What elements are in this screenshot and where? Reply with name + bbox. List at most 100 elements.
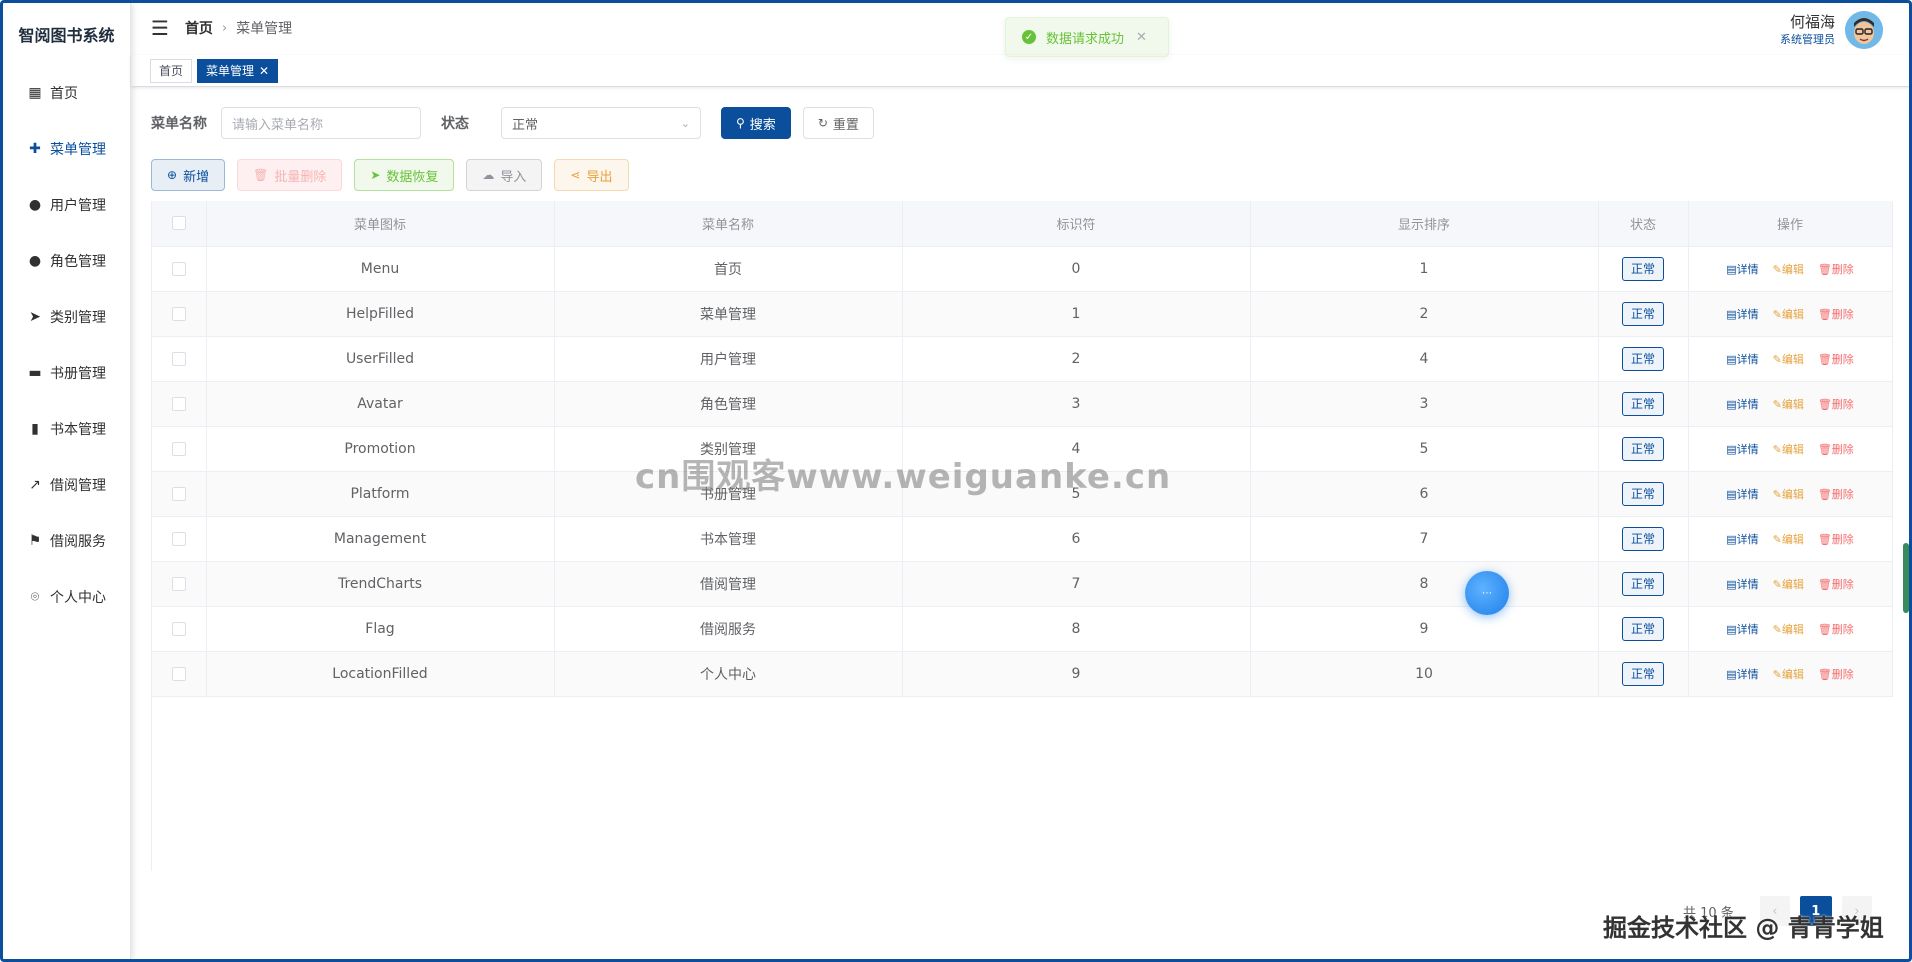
detail-button[interactable]: ▤详情	[1726, 533, 1758, 546]
detail-button[interactable]: ▤详情	[1726, 623, 1758, 636]
import-button[interactable]: ☁ 导入	[466, 159, 543, 191]
tag-close-icon[interactable]: ✕	[259, 64, 269, 78]
delete-button[interactable]: 🗑删除	[1818, 488, 1854, 501]
collapse-menu-icon[interactable]: ☰	[151, 16, 169, 40]
sidebar-item-label: 首页	[50, 86, 78, 102]
edit-button[interactable]: ✎编辑	[1773, 578, 1804, 591]
search-button[interactable]: ⚲ 搜索	[721, 107, 791, 139]
delete-label: 删除	[1831, 352, 1854, 366]
floating-assistant-ball[interactable]: ⋯	[1465, 571, 1509, 615]
next-page-icon[interactable]: ›	[1841, 896, 1872, 926]
row-checkbox[interactable]	[171, 351, 186, 366]
row-checkbox[interactable]	[171, 531, 186, 546]
detail-button[interactable]: ▤详情	[1726, 398, 1758, 411]
edit-button[interactable]: ✎编辑	[1773, 668, 1804, 681]
restore-button[interactable]: ➤ 数据恢复	[354, 159, 455, 191]
toast-message: 数据请求成功	[1046, 31, 1125, 47]
detail-button[interactable]: ▤详情	[1726, 578, 1758, 591]
prev-page-icon[interactable]: ‹	[1759, 896, 1790, 926]
breadcrumb-home[interactable]: 首页	[185, 18, 213, 38]
sidebar-item-9[interactable]: ⌾ 个人中心	[3, 569, 130, 625]
batch-delete-button[interactable]: 🗑 批量删除	[237, 159, 343, 191]
status-badge: 正常	[1621, 256, 1664, 281]
row-checkbox[interactable]	[171, 441, 186, 456]
delete-button[interactable]: 🗑删除	[1818, 263, 1854, 276]
trash-icon: 🗑	[1817, 352, 1832, 366]
edit-icon: ✎	[1772, 307, 1782, 321]
status-select[interactable]: 正常 ⌄	[501, 107, 701, 139]
table-row: TrendCharts 借阅管理 7 8 正常 ▤详情 ✎编辑 🗑删除	[152, 561, 1893, 607]
edit-button[interactable]: ✎编辑	[1773, 398, 1804, 411]
menu-table: 菜单图标 菜单名称 标识符 显示排序 状态 操作 Menu 首页 0 1 正常 ▤详情 ✎编…	[151, 201, 1893, 871]
edit-button[interactable]: ✎编辑	[1773, 533, 1804, 546]
import-button-label: 导入	[500, 169, 527, 185]
row-checkbox[interactable]	[171, 621, 186, 636]
detail-button[interactable]: ▤详情	[1726, 668, 1758, 681]
trend-charts-icon: ↗	[29, 477, 41, 493]
sidebar-item-4[interactable]: ➤ 类别管理	[3, 289, 130, 345]
cell-name: 角色管理	[554, 381, 903, 427]
sidebar-item-3[interactable]: ● 角色管理	[3, 233, 130, 289]
sidebar-item-8[interactable]: ⚑ 借阅服务	[3, 513, 130, 569]
export-button[interactable]: ⋖ 导出	[554, 159, 629, 191]
row-checkbox[interactable]	[171, 396, 186, 411]
delete-button[interactable]: 🗑删除	[1818, 353, 1854, 366]
toast-close-icon[interactable]: ✕	[1136, 30, 1147, 45]
cell-name: 首页	[554, 246, 903, 292]
menu-name-input[interactable]: 请输入菜单名称	[221, 107, 421, 139]
page-scrollbar[interactable]	[1903, 543, 1909, 613]
delete-button[interactable]: 🗑删除	[1818, 308, 1854, 321]
sidebar-item-1[interactable]: ✚ 菜单管理	[3, 121, 130, 177]
detail-button[interactable]: ▤详情	[1726, 443, 1758, 456]
sidebar-item-6[interactable]: ▮ 书本管理	[3, 401, 130, 457]
detail-label: 详情	[1736, 667, 1759, 681]
trash-icon: 🗑	[1817, 487, 1832, 501]
edit-button[interactable]: ✎编辑	[1773, 308, 1804, 321]
select-all-checkbox[interactable]	[171, 216, 186, 231]
row-checkbox[interactable]	[171, 576, 186, 591]
edit-button[interactable]: ✎编辑	[1773, 353, 1804, 366]
cell-icon: Menu	[206, 246, 555, 292]
add-button[interactable]: ⊕ 新增	[151, 159, 226, 191]
sidebar-item-7[interactable]: ↗ 借阅管理	[3, 457, 130, 513]
document-icon: ▤	[1726, 262, 1737, 276]
row-checkbox[interactable]	[171, 306, 186, 321]
sidebar-item-0[interactable]: ▦ 首页	[3, 65, 130, 121]
detail-button[interactable]: ▤详情	[1726, 488, 1758, 501]
edit-button[interactable]: ✎编辑	[1773, 263, 1804, 276]
detail-button[interactable]: ▤详情	[1726, 263, 1758, 276]
help-filled-icon: ✚	[29, 141, 41, 157]
row-checkbox[interactable]	[171, 261, 186, 276]
page-number-current[interactable]: 1	[1799, 896, 1832, 926]
sidebar-item-5[interactable]: ▬ 书册管理	[3, 345, 130, 401]
status-badge: 正常	[1621, 436, 1664, 461]
document-icon: ▤	[1726, 487, 1737, 501]
sidebar-item-2[interactable]: ● 用户管理	[3, 177, 130, 233]
platform-icon: ▬	[28, 365, 42, 381]
cell-status: 正常	[1598, 606, 1689, 652]
avatar[interactable]	[1845, 11, 1883, 49]
detail-button[interactable]: ▤详情	[1726, 353, 1758, 366]
edit-button[interactable]: ✎编辑	[1773, 488, 1804, 501]
delete-button[interactable]: 🗑删除	[1818, 443, 1854, 456]
reset-button[interactable]: ↻ 重置	[802, 107, 874, 139]
cell-icon: Promotion	[206, 426, 555, 472]
delete-button[interactable]: 🗑删除	[1818, 623, 1854, 636]
delete-button[interactable]: 🗑删除	[1818, 578, 1854, 591]
batch-delete-label: 批量删除	[274, 169, 327, 185]
delete-button[interactable]: 🗑删除	[1818, 398, 1854, 411]
delete-button[interactable]: 🗑删除	[1818, 668, 1854, 681]
edit-button[interactable]: ✎编辑	[1773, 443, 1804, 456]
delete-button[interactable]: 🗑删除	[1818, 533, 1854, 546]
cell-status: 正常	[1598, 471, 1689, 517]
tag-menu-management[interactable]: 菜单管理 ✕	[197, 58, 279, 83]
col-header-name: 菜单名称	[554, 201, 903, 247]
row-checkbox[interactable]	[171, 486, 186, 501]
detail-button[interactable]: ▤详情	[1726, 308, 1758, 321]
edit-button[interactable]: ✎编辑	[1773, 623, 1804, 636]
user-menu[interactable]: 何福海 系统管理员	[1780, 11, 1883, 49]
breadcrumb-current: 菜单管理	[236, 21, 293, 37]
cell-identifier: 8	[902, 606, 1251, 652]
row-checkbox[interactable]	[171, 666, 186, 681]
tag-home[interactable]: 首页	[150, 58, 193, 83]
